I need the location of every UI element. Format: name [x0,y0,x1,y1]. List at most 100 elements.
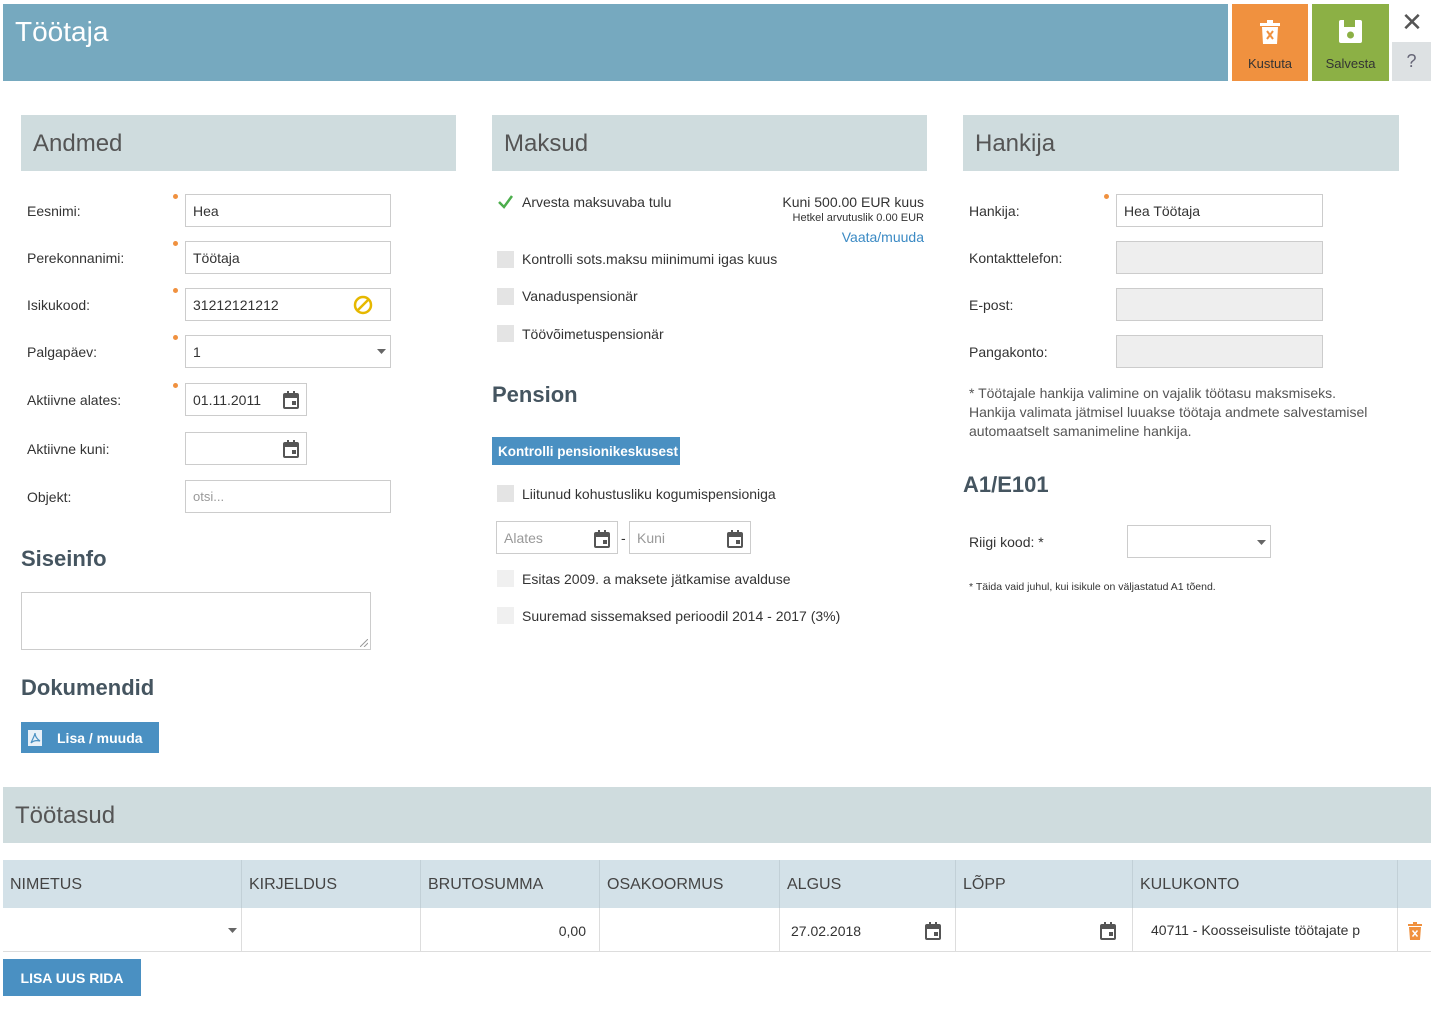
add-row-label: LISA UUS RIDA [20,970,124,986]
delete-button[interactable]: Kustuta [1232,4,1308,81]
supplier-note-line: automaatselt samanimeline hankija. [969,423,1192,439]
dokumendid-title: Dokumendid [21,675,155,700]
email-input [1116,288,1323,321]
supplier-label: Hankija: [969,203,1020,219]
trash-icon[interactable] [1408,922,1422,940]
view-edit-link[interactable]: Vaata/muuda [700,229,924,245]
tootasud-title: Töötasud [15,802,116,829]
cell-lopp[interactable] [956,908,1133,952]
pension-check-button[interactable]: Kontrolli pensionikeskusest [492,437,680,465]
disability-pensioner-checkbox[interactable] [497,325,514,342]
save-button[interactable]: Salvesta [1312,4,1389,81]
social-tax-checkbox[interactable] [497,251,514,268]
disability-pensioner-label: Töövõimetuspensionär [522,326,664,342]
required-marker [173,288,178,293]
cell-nimetus[interactable] [3,908,242,952]
higher-contributions-checkbox[interactable] [497,607,514,624]
tax-free-checkbox[interactable] [497,193,514,210]
siseinfo-textarea[interactable] [21,592,371,650]
country-code-label: Riigi kood: * [969,534,1044,550]
column-header-nimetus[interactable]: NIMETUS [3,860,242,908]
maksud-title: Maksud [504,130,589,157]
firstname-label: Eesnimi: [27,203,81,219]
email-label: E-post: [969,297,1014,313]
required-marker [173,383,178,388]
bank-account-label: Pangakonto: [969,344,1048,360]
cell-actions [1398,908,1431,952]
tootasud-section-header: Töötasud [3,787,1431,843]
required-marker [173,241,178,246]
pension-joined-label: Liitunud kohustusliku kogumispensioniga [522,486,776,502]
calendar-icon[interactable] [727,530,743,548]
tax-free-label: Arvesta maksuvaba tulu [522,194,672,210]
pension-joined-checkbox[interactable] [497,485,514,502]
cell-algus-value: 27.02.2018 [791,923,862,939]
object-label: Objekt: [27,489,72,505]
siseinfo-title: Siseinfo [21,546,107,571]
social-tax-label: Kontrolli sots.maksu miinimumi igas kuus [522,251,778,267]
active-from-label: Aktiivne alates: [27,392,122,408]
object-search-input[interactable]: otsi... [185,480,391,513]
page-header: Töötaja [3,4,1228,81]
cell-algus[interactable]: 27.02.2018 [780,908,956,952]
column-header-kirjeldus[interactable]: KIRJELDUS [242,860,421,908]
calendar-icon[interactable] [1100,922,1116,940]
phone-input [1116,241,1323,274]
save-label: Salvesta [1325,56,1376,71]
invalid-icon [353,295,373,315]
old-age-pensioner-label: Vanaduspensionär [522,288,638,304]
column-header-lopp[interactable]: LÕPP [956,860,1133,908]
higher-contributions-label: Suuremad sissemaksed perioodil 2014 - 20… [522,608,841,624]
cell-osakoormus[interactable] [600,908,780,952]
chevron-down-icon [228,928,237,933]
andmed-title: Andmed [33,130,123,157]
tax-free-limit: Kuni 500.00 EUR kuus [782,194,924,210]
country-code-select[interactable] [1127,525,1271,558]
old-age-pensioner-checkbox[interactable] [497,288,514,305]
cell-kulukonto[interactable]: 40711 - Koosseisuliste töötajate p [1133,908,1398,952]
calendar-icon[interactable] [594,530,610,548]
hankija-section-header: Hankija [963,115,1399,171]
chevron-down-icon [377,349,386,354]
firstname-input[interactable]: Hea [185,194,391,227]
column-header-kulukonto[interactable]: KULUKONTO [1133,860,1398,908]
continuation-checkbox[interactable] [497,570,514,587]
required-marker [173,335,178,340]
active-from-value: 01.11.2011 [193,392,261,408]
supplier-note-line: * Töötajale hankija valimine on vajalik … [969,385,1337,401]
payday-select[interactable]: 1 [185,335,391,368]
page-title: Töötaja [15,16,109,47]
idcode-value: 31212121212 [193,297,279,313]
pension-check-label: Kontrolli pensionikeskusest [498,444,679,459]
calendar-icon[interactable] [283,440,299,458]
calendar-icon[interactable] [283,391,299,409]
help-button[interactable]: ? [1392,42,1431,81]
lastname-input[interactable]: Töötaja [185,241,391,274]
phone-label: Kontakttelefon: [969,250,1063,266]
column-header-brutosumma[interactable]: BRUTOSUMMA [421,860,600,908]
hankija-title: Hankija [975,130,1056,157]
documents-add-button[interactable]: Lisa / muuda [21,722,159,753]
maksud-section-header: Maksud [492,115,927,171]
trash-icon [1232,18,1308,46]
required-marker [1104,194,1109,199]
date-range-dash: - [621,530,626,546]
supplier-note: * Töötajale hankija valimine on vajalik … [969,384,1367,441]
cell-brutosumma[interactable]: 0,00 [421,908,600,952]
column-header-algus[interactable]: ALGUS [780,860,956,908]
floppy-icon [1312,18,1389,46]
pdf-icon [28,730,42,746]
documents-add-label: Lisa / muuda [57,730,143,746]
cell-kirjeldus[interactable] [242,908,421,952]
column-header-actions [1398,860,1431,908]
column-header-osakoormus[interactable]: OSAKOORMUS [600,860,780,908]
lastname-label: Perekonnanimi: [27,250,125,266]
checkmark-icon [498,195,514,209]
bank-account-input [1116,335,1323,368]
supplier-input[interactable]: Hea Töötaja [1116,194,1323,227]
chevron-down-icon [1257,540,1266,545]
delete-label: Kustuta [1247,56,1293,71]
close-icon[interactable]: ✕ [1400,8,1424,36]
add-row-button[interactable]: LISA UUS RIDA [3,959,141,996]
calendar-icon[interactable] [925,922,941,940]
